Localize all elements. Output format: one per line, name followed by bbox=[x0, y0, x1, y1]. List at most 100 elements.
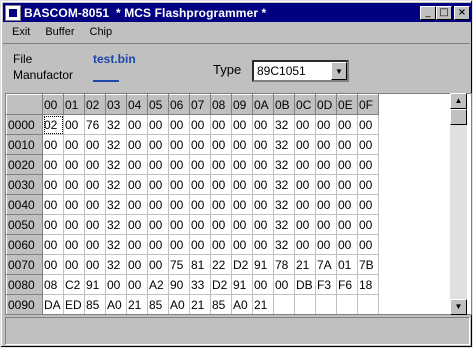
scroll-up-button[interactable]: ▲ bbox=[450, 93, 467, 109]
hex-cell[interactable]: 00 bbox=[231, 214, 253, 235]
hex-cell[interactable]: 21 bbox=[294, 254, 316, 275]
hex-cell[interactable]: 00 bbox=[168, 234, 190, 255]
menu-chip[interactable]: Chip bbox=[81, 26, 119, 38]
hex-cell[interactable]: 85 bbox=[147, 294, 169, 314]
hex-cell[interactable]: 00 bbox=[63, 234, 85, 255]
hex-cell[interactable]: 00 bbox=[63, 194, 85, 215]
hex-cell[interactable]: 85 bbox=[210, 294, 232, 314]
hex-cell[interactable]: 01 bbox=[336, 254, 358, 275]
hex-cell[interactable]: 32 bbox=[273, 214, 295, 235]
hex-cell[interactable]: 00 bbox=[231, 234, 253, 255]
hex-cell[interactable]: 32 bbox=[105, 134, 127, 155]
hex-cell[interactable]: 00 bbox=[126, 174, 148, 195]
hex-cell[interactable]: 32 bbox=[273, 234, 295, 255]
hex-cell[interactable]: 91 bbox=[84, 274, 106, 295]
hex-cell[interactable]: 81 bbox=[189, 254, 211, 275]
hex-cell[interactable]: A0 bbox=[231, 294, 253, 314]
hex-cell[interactable]: 00 bbox=[294, 154, 316, 175]
hex-cell[interactable]: 00 bbox=[126, 154, 148, 175]
hex-cell[interactable]: 00 bbox=[84, 194, 106, 215]
hex-cell[interactable]: A0 bbox=[105, 294, 127, 314]
hex-cell[interactable]: 00 bbox=[231, 114, 253, 135]
hex-cell[interactable]: 32 bbox=[273, 154, 295, 175]
hex-cell[interactable]: 00 bbox=[168, 174, 190, 195]
hex-cell[interactable]: 32 bbox=[273, 134, 295, 155]
hex-cell[interactable]: DA bbox=[42, 294, 64, 314]
hex-cell[interactable]: 00 bbox=[210, 174, 232, 195]
hex-cell[interactable]: 00 bbox=[168, 214, 190, 235]
hex-cell[interactable]: 00 bbox=[252, 114, 274, 135]
menu-buffer[interactable]: Buffer bbox=[36, 26, 80, 38]
maximize-button[interactable]: □ bbox=[436, 5, 452, 20]
hex-cell[interactable]: 00 bbox=[126, 274, 148, 295]
hex-cell[interactable]: 00 bbox=[147, 254, 169, 275]
hex-cell[interactable]: C2 bbox=[63, 274, 85, 295]
hex-cell[interactable]: A0 bbox=[168, 294, 190, 314]
hex-cell[interactable]: 76 bbox=[84, 114, 106, 135]
hex-cell[interactable]: 00 bbox=[126, 214, 148, 235]
hex-cell[interactable]: 00 bbox=[189, 154, 211, 175]
hex-cell[interactable]: 00 bbox=[315, 114, 337, 135]
hex-cell[interactable]: 00 bbox=[147, 214, 169, 235]
hex-cell[interactable]: 00 bbox=[357, 134, 379, 155]
hex-cell[interactable]: 00 bbox=[84, 154, 106, 175]
hex-cell[interactable]: 00 bbox=[189, 234, 211, 255]
hex-cell[interactable]: 00 bbox=[315, 174, 337, 195]
hex-grid[interactable]: 00 01 02 03 04 05 06 07 08 09 0A 0B 0C 0D 0E 0F 0000 02 0… bbox=[5, 93, 472, 315]
hex-cell[interactable]: 00 bbox=[252, 234, 274, 255]
hex-cell[interactable]: 22 bbox=[210, 254, 232, 275]
hex-cell[interactable]: 00 bbox=[315, 234, 337, 255]
chevron-down-icon[interactable]: ▼ bbox=[331, 62, 347, 80]
hex-cell[interactable]: 32 bbox=[105, 154, 127, 175]
hex-cell[interactable]: 00 bbox=[294, 214, 316, 235]
hex-cell[interactable] bbox=[294, 294, 316, 314]
scroll-down-button[interactable]: ▼ bbox=[450, 299, 467, 315]
hex-cell[interactable]: 00 bbox=[210, 234, 232, 255]
hex-cell[interactable]: 00 bbox=[42, 214, 64, 235]
hex-cell[interactable]: 00 bbox=[336, 194, 358, 215]
hex-cell[interactable]: 85 bbox=[84, 294, 106, 314]
hex-cell[interactable]: 32 bbox=[273, 114, 295, 135]
hex-cell[interactable]: 00 bbox=[42, 194, 64, 215]
menu-exit[interactable]: Exit bbox=[3, 26, 36, 38]
hex-cell[interactable]: 00 bbox=[210, 214, 232, 235]
hex-cell[interactable]: 00 bbox=[84, 234, 106, 255]
hex-cell[interactable]: 00 bbox=[252, 134, 274, 155]
close-button[interactable]: × bbox=[454, 5, 470, 20]
hex-cell[interactable]: 00 bbox=[231, 174, 253, 195]
hex-cell[interactable]: 00 bbox=[168, 114, 190, 135]
hex-cell[interactable]: 18 bbox=[357, 274, 379, 295]
hex-cell[interactable]: 7A bbox=[315, 254, 337, 275]
hex-cell[interactable]: 00 bbox=[294, 134, 316, 155]
hex-cell[interactable]: D2 bbox=[210, 274, 232, 295]
hex-cell[interactable]: 00 bbox=[189, 114, 211, 135]
hex-cell[interactable]: 91 bbox=[231, 274, 253, 295]
hex-cell[interactable]: 00 bbox=[210, 114, 232, 135]
hex-cell[interactable]: 21 bbox=[126, 294, 148, 314]
app-icon[interactable] bbox=[5, 4, 21, 21]
type-select[interactable]: 89C1051 ▼ bbox=[252, 60, 349, 82]
hex-cell[interactable]: 00 bbox=[357, 234, 379, 255]
hex-cell[interactable]: 00 bbox=[126, 114, 148, 135]
hex-cell[interactable]: 32 bbox=[105, 194, 127, 215]
hex-cell[interactable]: 90 bbox=[168, 274, 190, 295]
vertical-scrollbar[interactable]: ▲ ▼ bbox=[450, 93, 467, 315]
hex-cell[interactable]: 00 bbox=[357, 114, 379, 135]
hex-cell[interactable]: 00 bbox=[126, 254, 148, 275]
hex-cell[interactable]: 00 bbox=[189, 174, 211, 195]
hex-cell[interactable]: 75 bbox=[168, 254, 190, 275]
hex-cell[interactable]: 00 bbox=[189, 134, 211, 155]
hex-cell[interactable]: 32 bbox=[273, 194, 295, 215]
hex-cell[interactable]: 00 bbox=[336, 114, 358, 135]
hex-cell[interactable]: 00 bbox=[63, 114, 85, 135]
hex-cell[interactable]: 00 bbox=[252, 274, 274, 295]
hex-cell[interactable]: 00 bbox=[252, 154, 274, 175]
hex-cell[interactable]: 00 bbox=[42, 134, 64, 155]
hex-cell[interactable]: 00 bbox=[273, 274, 295, 295]
hex-cell[interactable] bbox=[336, 294, 358, 314]
hex-cell[interactable]: D2 bbox=[231, 254, 253, 275]
hex-cell[interactable]: 00 bbox=[42, 234, 64, 255]
hex-cell[interactable]: 00 bbox=[357, 174, 379, 195]
hex-cell[interactable]: 00 bbox=[231, 154, 253, 175]
hex-cell[interactable]: 00 bbox=[63, 174, 85, 195]
